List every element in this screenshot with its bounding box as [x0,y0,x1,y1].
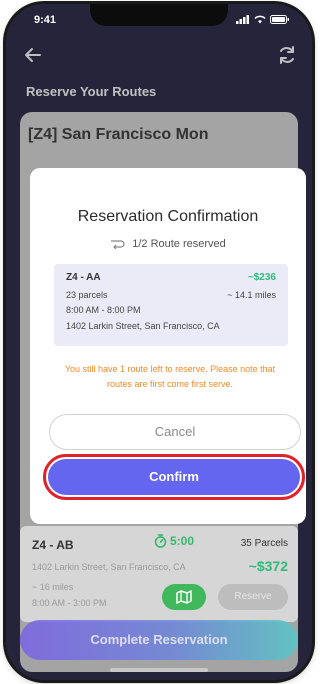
modal-title: Reservation Confirmation [77,208,259,225]
route-card: Z4 - AB 5:00 35 Parcels 1402 Larkin Stre… [20,526,298,622]
route-price: ~$236 [247,272,276,283]
notch [90,4,228,26]
route-address: 1402 Larkin Street, San Francisco, CA [66,321,220,331]
route-name: Z4 - AA [66,272,101,283]
battery-icon [270,15,289,24]
route-card-timer-text: 5:00 [170,534,195,548]
home-indicator [110,668,208,672]
status-time: 9:41 [34,14,57,26]
stopwatch-icon [154,534,167,548]
reserved-status: 1/2 Route reserved [30,238,306,250]
wifi-icon [254,15,266,24]
route-card-parcels: 35 Parcels [240,538,288,549]
reserved-status-text: 1/2 Route reserved [132,238,226,250]
map-icon [176,590,192,604]
route-card-timer: 5:00 [154,534,194,548]
confirmation-modal: Reservation Confirmation 1/2 Route reser… [30,168,306,524]
confirm-button[interactable]: Confirm [48,459,300,495]
route-icon [111,240,125,250]
reserve-button[interactable]: Reserve [218,584,288,610]
selected-route-summary: Z4 - AA ~$236 23 parcels ~ 14.1 miles 8:… [54,264,288,346]
route-parcels: 23 parcels [66,290,108,300]
route-card-address: 1402 Larkin Street, San Francisco, CA [32,562,186,572]
route-card-price: ~$372 [248,558,288,574]
status-icons [236,15,290,24]
cancel-button[interactable]: Cancel [49,414,301,450]
phone-frame: 9:41 Reserve Your Routes [Z4] San Franci… [6,4,312,680]
complete-reservation-button[interactable]: Complete Reservation [20,620,298,660]
route-card-time: 8:00 AM - 3:00 PM [32,598,107,608]
warning-message: You still have 1 route left to reserve. … [64,364,276,389]
route-miles: ~ 14.1 miles [227,290,276,300]
route-card-miles: ~ 16 miles [32,582,74,592]
route-time: 8:00 AM - 8:00 PM [66,305,141,315]
map-button[interactable] [162,584,206,610]
signal-icon [236,15,249,24]
route-card-name: Z4 - AB [32,538,74,552]
